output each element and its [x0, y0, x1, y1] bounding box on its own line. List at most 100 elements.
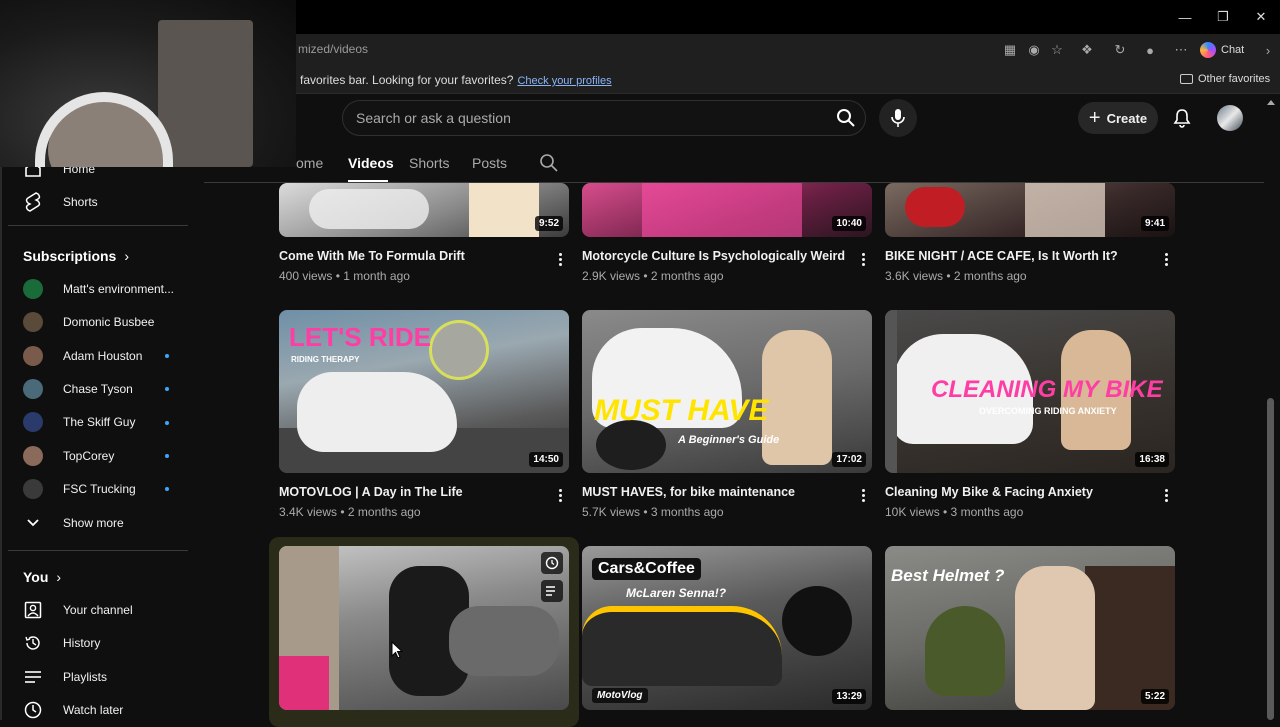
sidebar-item-shorts[interactable]: Shorts: [23, 189, 98, 215]
watch-later-icon[interactable]: [541, 552, 563, 574]
thumbnail-car-shape: [309, 189, 429, 229]
favorites-message: favorites bar. Looking for your favorite…: [300, 73, 612, 87]
video-thumbnail[interactable]: LET'S RIDE RIDING THERAPY 14:50: [279, 310, 569, 473]
profile-icon[interactable]: ●: [1140, 41, 1160, 59]
thumbnail-person-shape: [1025, 183, 1105, 237]
create-button[interactable]: + Create: [1078, 102, 1158, 134]
you-title: You: [23, 569, 49, 585]
video-thumbnail[interactable]: 9:52: [279, 183, 569, 237]
scrollbar-thumb[interactable]: [1267, 398, 1274, 720]
thumbnail-person-shape: [469, 183, 539, 237]
video-duration: 5:22: [1140, 689, 1169, 704]
sidebar-item-label: Adam Houston: [63, 349, 143, 363]
window-controls: — ❐ ✕: [1166, 0, 1280, 34]
video-meta: 10K views • 3 months ago: [885, 505, 1024, 519]
tab-videos[interactable]: Videos: [348, 155, 394, 171]
tab-shorts[interactable]: Shorts: [409, 155, 449, 171]
tab-home[interactable]: ome: [296, 155, 323, 171]
extensions-icon[interactable]: ❖: [1077, 41, 1097, 59]
sidebar-item-label: Shorts: [63, 195, 98, 209]
history-toolbar-icon[interactable]: ↻: [1110, 41, 1130, 59]
check-profiles-link[interactable]: Check your profiles: [517, 75, 611, 87]
show-more-button[interactable]: Show more: [23, 510, 124, 536]
microphone-icon: [891, 109, 905, 127]
thumbnail-overlay-subtext: McLaren Senna!?: [626, 586, 727, 600]
sidebar-item-label: TopCorey: [63, 449, 115, 463]
thumbnail-person-shape: [1015, 566, 1095, 710]
split-screen-icon[interactable]: ▦: [1000, 41, 1020, 59]
video-duration: 13:29: [832, 689, 866, 704]
tracking-icon[interactable]: ◉: [1024, 41, 1044, 59]
webcam-overlay: [0, 0, 296, 167]
video-thumbnail[interactable]: [279, 546, 569, 710]
video-title[interactable]: MOTOVLOG | A Day in The Life: [279, 485, 463, 499]
webcam-headset-shape: [35, 92, 173, 167]
url-text[interactable]: mized/videos: [298, 42, 368, 56]
new-content-dot: [165, 454, 169, 458]
sidebar-item-label: Matt's environment...: [63, 282, 174, 296]
voice-search-button[interactable]: [879, 99, 917, 137]
more-actions-icon[interactable]: [553, 250, 567, 268]
more-actions-icon[interactable]: [856, 250, 870, 268]
video-duration: 16:38: [1135, 452, 1169, 467]
plus-icon: +: [1088, 106, 1101, 129]
notifications-button[interactable]: [1170, 106, 1194, 130]
more-actions-icon[interactable]: [1159, 250, 1173, 268]
sidebar-item-subscription[interactable]: Domonic Busbee: [23, 309, 154, 335]
search-icon: [837, 109, 855, 127]
sidebar-toggle-icon[interactable]: ›: [1258, 41, 1278, 59]
video-thumbnail[interactable]: Cars&Coffee McLaren Senna!? MotoVlog 13:…: [582, 546, 872, 710]
channel-search-button[interactable]: [539, 153, 559, 173]
you-heading[interactable]: You ›: [23, 569, 61, 585]
close-icon[interactable]: ✕: [1242, 0, 1280, 34]
new-content-dot: [165, 354, 169, 358]
mouse-cursor-icon: [391, 641, 403, 659]
sidebar-item-label: History: [63, 636, 101, 650]
video-duration: 14:50: [529, 452, 563, 467]
video-thumbnail[interactable]: Best Helmet ? 5:22: [885, 546, 1175, 710]
favorite-star-icon[interactable]: ☆: [1047, 41, 1067, 59]
video-thumbnail[interactable]: MUST HAVE A Beginner's Guide 17:02: [582, 310, 872, 473]
video-thumbnail[interactable]: 9:41: [885, 183, 1175, 237]
sidebar-item-subscription[interactable]: The Skiff Guy: [23, 409, 135, 435]
sidebar-item-subscription[interactable]: Chase Tyson: [23, 376, 133, 402]
chat-button[interactable]: Chat: [1200, 40, 1244, 60]
sidebar-item-your-channel[interactable]: Your channel: [23, 597, 133, 623]
more-actions-icon[interactable]: [553, 486, 567, 504]
video-title[interactable]: MUST HAVES, for bike maintenance: [582, 485, 795, 499]
other-favorites-button[interactable]: Other favorites: [1180, 73, 1270, 85]
sidebar-item-label: Domonic Busbee: [63, 315, 155, 329]
video-title[interactable]: Motorcycle Culture Is Psychologically We…: [582, 249, 845, 263]
video-thumbnail[interactable]: 10:40: [582, 183, 872, 237]
video-title[interactable]: BIKE NIGHT / ACE CAFE, Is It Worth It?: [885, 249, 1118, 263]
chevron-right-icon: ›: [124, 248, 130, 264]
search-button[interactable]: [830, 103, 862, 133]
sidebar-item-subscription[interactable]: TopCorey: [23, 443, 114, 469]
more-actions-icon[interactable]: [1159, 486, 1173, 504]
sidebar-item-subscription[interactable]: Adam Houston: [23, 343, 142, 369]
search-input[interactable]: Search or ask a question: [356, 110, 511, 126]
sidebar-item-subscription[interactable]: Matt's environment...: [23, 276, 174, 302]
channel-avatar: [23, 346, 43, 366]
more-menu-icon[interactable]: ⋯: [1171, 41, 1191, 59]
video-title[interactable]: Cleaning My Bike & Facing Anxiety: [885, 485, 1093, 499]
account-avatar[interactable]: [1217, 105, 1243, 131]
thumbnail-overlay-subtext: OVERCOMING RIDING ANXIETY: [979, 406, 1117, 416]
sidebar-item-history[interactable]: History: [23, 630, 100, 656]
add-to-queue-icon[interactable]: [541, 580, 563, 602]
copilot-icon: [1200, 42, 1216, 58]
more-actions-icon[interactable]: [856, 486, 870, 504]
tab-posts[interactable]: Posts: [472, 155, 507, 171]
channel-avatar: [23, 446, 43, 466]
restore-icon[interactable]: ❐: [1204, 0, 1242, 34]
sidebar-item-watch-later[interactable]: Watch later: [23, 697, 123, 723]
video-title[interactable]: Come With Me To Formula Drift: [279, 249, 465, 263]
sidebar-item-label: The Skiff Guy: [63, 415, 136, 429]
video-thumbnail[interactable]: CLEANING MY BIKE OVERCOMING RIDING ANXIE…: [885, 310, 1175, 473]
sidebar-item-playlists[interactable]: Playlists: [23, 664, 107, 690]
sidebar-item-subscription[interactable]: FSC Trucking: [23, 476, 136, 502]
minimize-icon[interactable]: —: [1166, 0, 1204, 34]
scroll-up-icon[interactable]: [1266, 98, 1276, 106]
subscriptions-heading[interactable]: Subscriptions ›: [23, 248, 129, 264]
thumbnail-overlay-text: Cars&Coffee: [592, 558, 701, 580]
